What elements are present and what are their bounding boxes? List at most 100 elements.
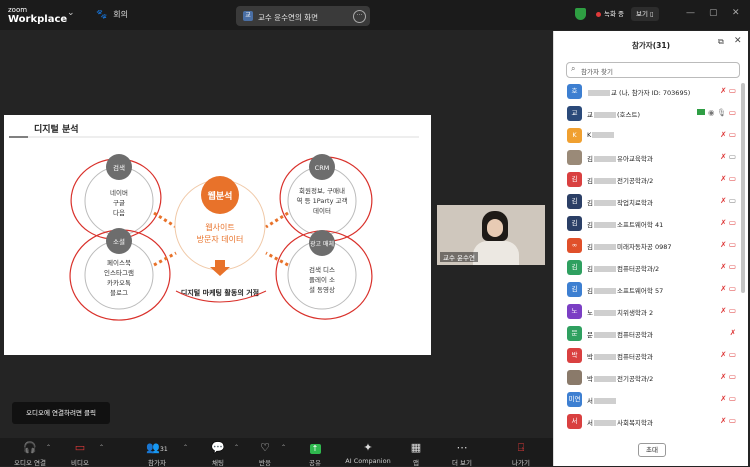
participant-row[interactable]: ∞ 김 미래자동차공 0987 ✗ ▭ — [554, 235, 740, 257]
recording-label: 녹화 중 — [604, 10, 625, 18]
redacted-text — [593, 266, 616, 272]
participant-row[interactable]: 김 김 전기공학과/2 ✗ ▭ — [554, 169, 740, 191]
participant-row[interactable]: 김 김 작업치료학과 ✗ ▭ — [554, 191, 740, 213]
center-title: 웹분석 — [208, 190, 233, 202]
name-suffix: 소프트웨어학 — [616, 221, 653, 229]
participant-avatar: 노 — [567, 304, 582, 319]
popout-icon[interactable]: ⧉ — [718, 37, 724, 47]
participant-row[interactable]: 김 김 소프트웨어학 57 ✗ ▭ — [554, 279, 740, 301]
participant-name: 박 컴퓨터공학과 — [587, 351, 653, 361]
name-prefix: 노 — [587, 309, 593, 317]
close-window-icon[interactable]: ✕ — [732, 8, 740, 18]
name-suffix: 전기공학과/2 — [616, 177, 654, 185]
redacted-text — [592, 132, 615, 138]
participant-status-icons: ✗ ▭ — [720, 130, 736, 139]
video-options-caret-icon[interactable]: ⌃ — [99, 444, 104, 451]
name-suffix: 소프트웨어학 — [616, 287, 653, 295]
participant-status-icons: ✗ ▭ — [720, 306, 736, 315]
tab-shared-screen[interactable]: 교 교수 윤수연의 화면 ··· — [236, 6, 370, 26]
name-extra: 57 — [654, 287, 664, 295]
participant-status-icons: ✗ ▭ — [720, 416, 736, 425]
participant-avatar — [567, 370, 582, 385]
redacted-text — [593, 222, 616, 228]
name-suffix: 유아교육학과 — [616, 155, 653, 163]
participant-row[interactable]: 문 문 컴퓨터공학과 ✗ — [554, 323, 740, 345]
video-off-icon: ▭ — [728, 372, 736, 381]
participant-row[interactable]: 노 노 치위생학과 2 ✗ ▭ — [554, 301, 740, 323]
meeting-menu[interactable]: 🐾 회의 — [96, 9, 128, 20]
video-off-icon: ▭ — [728, 240, 736, 249]
presenter-video[interactable]: 교수 윤수연 — [437, 205, 545, 265]
participant-name: 김 작업치료학과 — [587, 197, 653, 207]
participants-icon: 👥31 — [146, 441, 168, 454]
node-badge-search: 검색 — [113, 163, 125, 172]
maximize-icon[interactable]: ▢ — [709, 8, 718, 18]
video-off-icon: ▭ — [728, 350, 736, 359]
participant-name: 김 미래자동차공 0987 — [587, 241, 672, 251]
mic-muted-icon: ✗ — [720, 306, 727, 315]
participant-row[interactable]: 김 김 컴퓨터공학과/2 ✗ ▭ — [554, 257, 740, 279]
node-line: 역 등 1Party 고객 — [297, 196, 348, 205]
top-bar: zoom Workplace ⌄ 🐾 회의 교 교수 윤수연의 화면 ··· 녹화… — [0, 0, 750, 30]
participant-status-icons: ✗ — [730, 328, 736, 337]
participant-avatar: 호 — [567, 84, 582, 99]
participant-status-icons: ✗ ▭ — [720, 350, 736, 359]
more-button[interactable]: ⋯ 더 보기 — [432, 442, 492, 467]
security-shield-icon[interactable] — [575, 8, 586, 20]
participant-row[interactable]: 미연 서 ✗ ▭ — [554, 389, 740, 411]
mic-icon: 🎙 — [716, 108, 727, 117]
meeting-toolbar: 🎧 오디오 연결 ⌃ ▭ 비디오 ⌃ 👥31 참가자 ⌃ 💬 채팅 ⌃ ♡ 반응 ⌃ ↑ 공… — [0, 438, 553, 467]
invite-button[interactable]: 초대 — [638, 443, 666, 457]
view-button[interactable]: 보기 ▯ — [631, 7, 659, 21]
participant-row[interactable]: 호 교 (나, 참가자 ID: 703695) ✗ ▭ — [554, 81, 740, 103]
presenter-body — [473, 241, 519, 265]
name-suffix: 교 (나, 참가자 — [611, 89, 650, 97]
name-suffix: 치위생학과 — [616, 309, 647, 317]
more-icon: ⋯ — [456, 441, 468, 454]
name-prefix: 김 — [587, 155, 593, 163]
participants-button[interactable]: 👥31 참가자 — [127, 442, 187, 467]
participant-search-input[interactable]: ⌕ 참가자 찾기 — [566, 62, 740, 78]
share-button[interactable]: ↑ 공유 — [285, 442, 345, 467]
name-prefix: 김 — [587, 177, 593, 185]
tab-avatar-icon: 교 — [243, 11, 253, 21]
more-icon[interactable]: ··· — [353, 10, 366, 23]
participant-name: 노 치위생학과 2 — [587, 307, 653, 317]
participant-avatar: 김 — [567, 282, 582, 297]
video-on-icon: ▭ — [728, 196, 736, 205]
zoom-logo[interactable]: zoom Workplace — [8, 5, 67, 25]
node-badge-crm: CRM — [315, 164, 330, 172]
mic-muted-icon: ✗ — [720, 130, 727, 139]
minimize-icon[interactable]: — — [686, 8, 695, 18]
participant-row[interactable]: 김 유아교육학과 ✗ ▭ — [554, 147, 740, 169]
participant-avatar: 김 — [567, 194, 582, 209]
name-prefix: 서 — [587, 397, 593, 405]
mic-muted-icon: ✗ — [720, 174, 727, 183]
redacted-text — [593, 112, 616, 118]
participant-avatar: 김 — [567, 172, 582, 187]
recording-indicator[interactable]: 녹화 중 — [591, 7, 629, 21]
name-suffix: 사회복지학과 — [616, 419, 653, 427]
participant-status-icons: ✗ ▭ — [720, 196, 736, 205]
shared-screen-slide: 디지털 분석 검색 CRM 소셜 광고 매체 네이버 구글 다음 회원정보, 구… — [4, 115, 431, 355]
node-line: 페이스북 — [107, 258, 131, 267]
participant-row[interactable]: 박 박 컴퓨터공학과 ✗ ▭ — [554, 345, 740, 367]
video-off-icon: ▭ — [728, 262, 736, 271]
chevron-down-icon[interactable]: ⌄ — [67, 8, 75, 18]
participant-scrollbar[interactable] — [741, 83, 745, 293]
video-off-icon: ▭ — [728, 394, 736, 403]
participant-row[interactable]: 박 전기공학과/2 ✗ ▭ — [554, 367, 740, 389]
participant-row[interactable]: 교 교 (호스트) ◉ 🎙 ▭ — [554, 103, 740, 125]
mic-muted-icon: ✗ — [720, 240, 727, 249]
participant-avatar: 교 — [567, 106, 582, 121]
participant-row[interactable]: K K ✗ ▭ — [554, 125, 740, 147]
node-line: 카카오톡 — [107, 278, 131, 287]
participant-name: 문 컴퓨터공학과 — [587, 329, 653, 339]
name-extra: 0987 — [654, 243, 672, 251]
leave-button[interactable]: ⍈ 나가기 — [491, 442, 551, 467]
participant-avatar: 김 — [567, 260, 582, 275]
participant-row[interactable]: 김 김 소프트웨어학 41 ✗ ▭ — [554, 213, 740, 235]
participant-row[interactable]: 서 서 사회복지학과 ✗ ▭ — [554, 411, 740, 433]
close-panel-icon[interactable]: ✕ — [734, 36, 742, 46]
participant-avatar: 문 — [567, 326, 582, 341]
